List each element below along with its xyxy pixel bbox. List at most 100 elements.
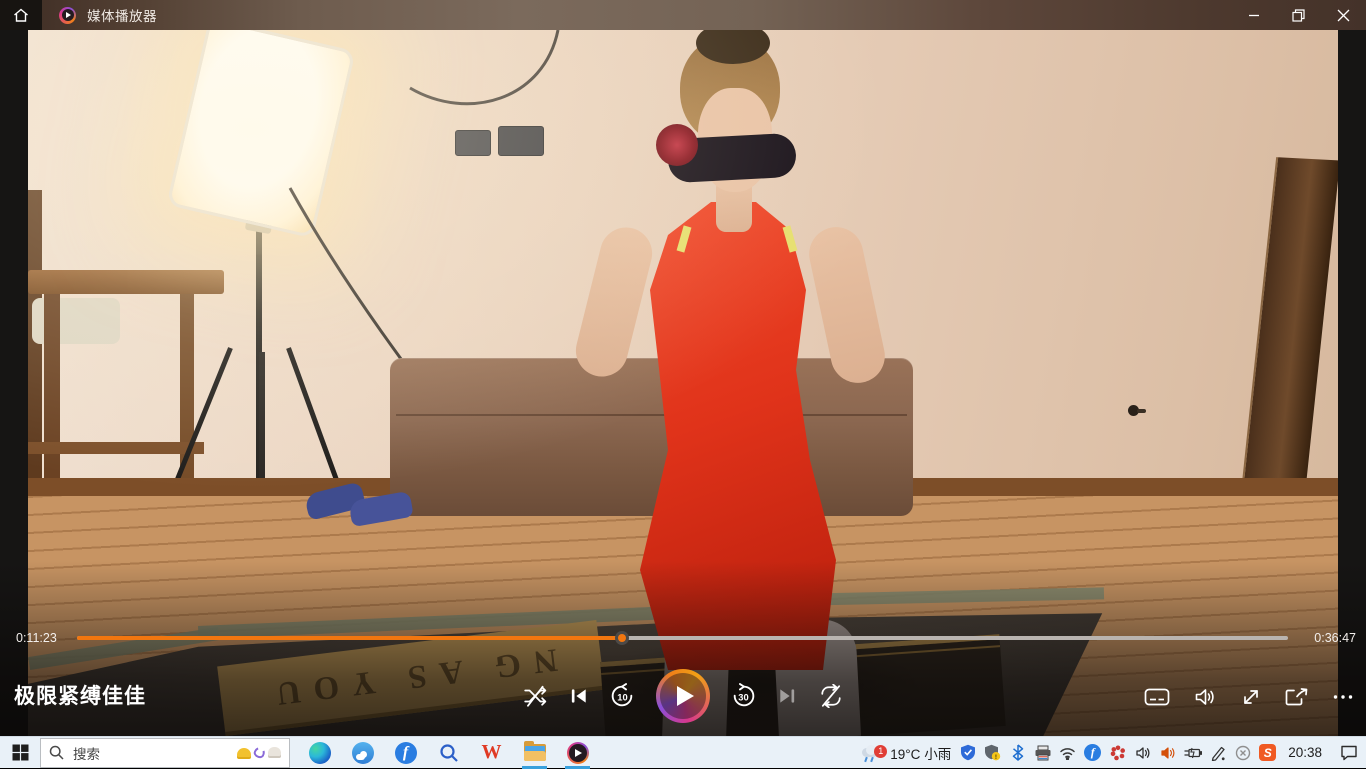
seek-bar-fill <box>77 636 622 640</box>
playback-overlay: 0:11:23 0:36:47 极限紧缚佳佳 <box>0 561 1366 736</box>
flash-app-icon: f <box>395 742 417 764</box>
taskbar-explorer-button[interactable] <box>513 737 556 769</box>
softbox-light <box>166 30 355 238</box>
next-button[interactable] <box>777 685 799 707</box>
search-input[interactable]: 搜索 <box>40 738 290 768</box>
tray-wifi-button[interactable] <box>1055 737 1080 769</box>
mask-flower <box>656 124 698 166</box>
subtitles-button[interactable] <box>1144 687 1170 707</box>
furniture-rail <box>28 270 224 294</box>
video-area: NG AS YOU 0:11:23 0:36:47 极限紧缚佳佳 <box>0 30 1366 736</box>
ottoman-seam <box>396 414 907 416</box>
tray-power-button[interactable] <box>1180 737 1205 769</box>
taskbar-cloud-app-button[interactable] <box>341 737 384 769</box>
skip-forward-30-button[interactable]: 30 <box>730 683 757 710</box>
wps-icon: W <box>482 741 502 764</box>
tray-circled-x-button[interactable] <box>1230 737 1255 769</box>
skip-back-10-button[interactable]: 10 <box>609 683 636 710</box>
mini-player-button[interactable] <box>1285 687 1309 708</box>
start-button[interactable] <box>0 737 40 769</box>
more-options-icon <box>1332 686 1354 708</box>
duration-time: 0:36:47 <box>1314 631 1356 645</box>
previous-button[interactable] <box>567 685 589 707</box>
taskbar: 搜索 f W <box>0 736 1366 768</box>
printer-icon <box>1034 745 1052 761</box>
tray-speaker-button[interactable] <box>1130 737 1155 769</box>
wall-hook-stub <box>1137 409 1146 413</box>
system-tray: 1 19°C 小雨 ! <box>858 737 1366 769</box>
restore-button[interactable] <box>1276 0 1321 30</box>
tray-pinwheel-button[interactable] <box>1105 737 1130 769</box>
media-title: 极限紧缚佳佳 <box>14 680 146 710</box>
shuffle-off-button[interactable] <box>523 684 547 708</box>
search-highlights[interactable] <box>237 747 281 758</box>
battery-plug-icon <box>1184 747 1202 759</box>
sogou-input-icon: S <box>1259 744 1276 761</box>
close-button[interactable] <box>1321 0 1366 30</box>
close-icon <box>1337 9 1350 22</box>
wall-switch <box>498 126 544 156</box>
cloud-app-icon <box>352 742 374 764</box>
taskbar-flash-app-button[interactable]: f <box>384 737 427 769</box>
seek-thumb[interactable] <box>615 631 629 645</box>
weather-widget[interactable]: 1 19°C 小雨 <box>858 743 955 763</box>
fullscreen-icon <box>1240 686 1262 708</box>
search-tool-icon <box>439 743 459 763</box>
bluetooth-icon <box>1012 744 1024 761</box>
app-title: 媒体播放器 <box>87 5 157 25</box>
taskbar-edge-button[interactable] <box>298 737 341 769</box>
stethoscope-icon <box>252 745 267 760</box>
wifi-icon <box>1059 746 1076 760</box>
mini-player-icon <box>1285 687 1309 708</box>
media-player-taskbar-icon <box>567 742 589 764</box>
svg-text:30: 30 <box>738 692 748 702</box>
tray-security-shield-button[interactable] <box>955 737 980 769</box>
tray-clock[interactable]: 20:38 <box>1280 745 1332 760</box>
action-center-button[interactable] <box>1332 737 1366 769</box>
shuffle-off-icon <box>523 684 547 708</box>
fullscreen-button[interactable] <box>1240 686 1262 708</box>
titlebar: 媒体播放器 <box>0 0 1366 30</box>
tray-sogou-button[interactable]: S <box>1255 737 1280 769</box>
windows-logo-icon <box>12 744 29 761</box>
notification-badge: 1 <box>874 745 887 758</box>
more-options-button[interactable] <box>1332 686 1354 708</box>
svg-text:!: ! <box>995 754 997 761</box>
subtitles-icon <box>1144 687 1170 707</box>
previous-icon <box>567 685 589 707</box>
tray-printer-button[interactable] <box>1030 737 1055 769</box>
next-icon <box>777 685 799 707</box>
transport-controls: 10 30 <box>523 669 843 723</box>
tray-flash-button[interactable]: f <box>1080 737 1105 769</box>
minimize-button[interactable] <box>1231 0 1276 30</box>
security-shield-icon <box>960 744 976 761</box>
tray-app-volume-button[interactable] <box>1155 737 1180 769</box>
play-icon <box>660 673 706 719</box>
search-icon <box>49 745 64 760</box>
taskbar-search-tool-button[interactable] <box>427 737 470 769</box>
taskbar-wps-button[interactable]: W <box>470 737 513 769</box>
progress-row: 0:11:23 0:36:47 <box>0 630 1366 646</box>
repeat-off-button[interactable] <box>819 684 843 708</box>
search-placeholder: 搜索 <box>73 743 237 763</box>
taskbar-media-player-button[interactable] <box>556 737 599 769</box>
tray-defender-button[interactable]: ! <box>980 737 1005 769</box>
home-icon <box>13 8 29 23</box>
weather-text: 19°C 小雨 <box>890 743 951 763</box>
action-center-icon <box>1340 744 1358 761</box>
tray-pen-button[interactable] <box>1205 737 1230 769</box>
chef-hat-icon <box>268 747 281 758</box>
play-button[interactable] <box>656 669 710 723</box>
tray-bluetooth-button[interactable] <box>1005 737 1030 769</box>
orange-speaker-icon <box>1160 746 1176 760</box>
seek-bar[interactable] <box>77 636 1288 640</box>
volume-icon <box>1193 686 1217 708</box>
flash-tray-icon: f <box>1084 744 1101 761</box>
home-button[interactable] <box>0 0 42 30</box>
volume-button[interactable] <box>1193 686 1217 708</box>
tripod-leg <box>286 347 343 492</box>
pinwheel-icon <box>1110 745 1126 761</box>
hard-hat-icon <box>237 748 251 757</box>
explorer-active-indicator <box>522 766 547 769</box>
ottoman-bench <box>390 358 913 516</box>
